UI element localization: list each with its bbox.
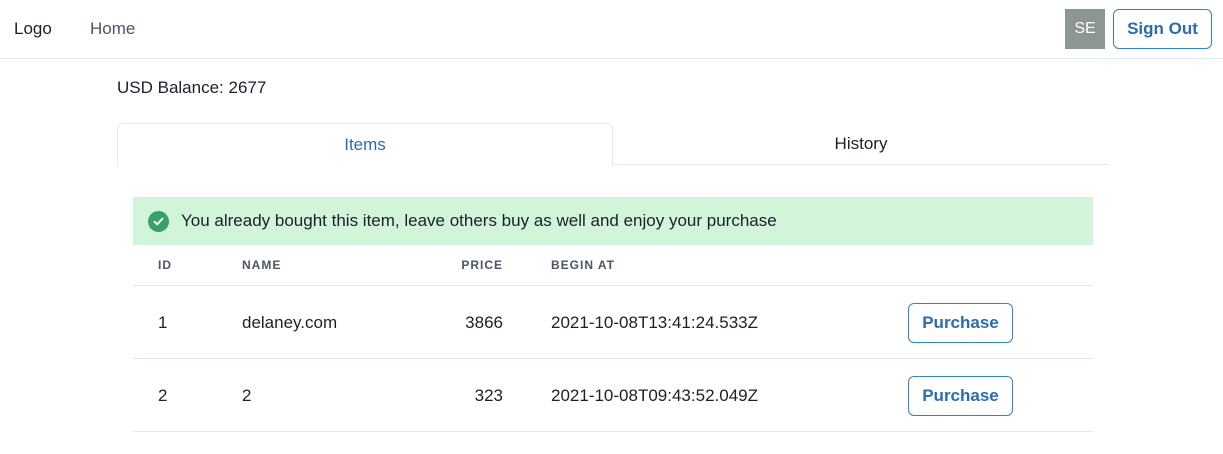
avatar[interactable]: SE — [1065, 9, 1105, 49]
cell-begin-at: 2021-10-08T13:41:24.533Z — [551, 313, 758, 332]
cell-id: 1 — [158, 313, 168, 332]
header-name: NAME — [242, 258, 282, 272]
cell-price: 3866 — [465, 313, 503, 332]
table-row: 1 delaney.com 3866 2021-10-08T13:41:24.5… — [133, 286, 1093, 359]
cell-name: 2 — [242, 386, 252, 405]
alert-message: You already bought this item, leave othe… — [181, 211, 777, 230]
cell-name: delaney.com — [242, 313, 338, 332]
balance-value: 2677 — [228, 78, 267, 97]
success-alert: You already bought this item, leave othe… — [133, 197, 1093, 245]
nav-link-home[interactable]: Home — [90, 19, 135, 39]
header-id: ID — [158, 258, 172, 272]
cell-id: 2 — [158, 386, 168, 405]
tab-list: Items History — [117, 123, 1109, 166]
checkmark-glyph — [153, 217, 164, 225]
purchase-button[interactable]: Purchase — [908, 303, 1013, 343]
items-table: ID NAME PRICE BEGIN AT 1 delaney.com 386… — [133, 245, 1093, 432]
check-circle-icon — [148, 210, 169, 232]
balance-label: USD Balance: — [117, 78, 224, 97]
cell-begin-at: 2021-10-08T09:43:52.049Z — [551, 386, 758, 405]
cell-price: 323 — [474, 386, 503, 405]
top-navbar: Logo Home SE Sign Out — [0, 0, 1223, 59]
purchase-button[interactable]: Purchase — [908, 376, 1013, 416]
header-price: PRICE — [461, 258, 503, 272]
tab-items[interactable]: Items — [117, 123, 613, 166]
usd-balance: USD Balance: 2677 — [117, 78, 266, 98]
logo[interactable]: Logo — [14, 19, 52, 39]
sign-out-button[interactable]: Sign Out — [1113, 9, 1212, 49]
tab-history[interactable]: History — [613, 123, 1109, 165]
table-header: ID NAME PRICE BEGIN AT — [133, 245, 1093, 286]
header-begin-at: BEGIN AT — [551, 258, 615, 272]
table-row: 2 2 323 2021-10-08T09:43:52.049Z Purchas… — [133, 359, 1093, 432]
